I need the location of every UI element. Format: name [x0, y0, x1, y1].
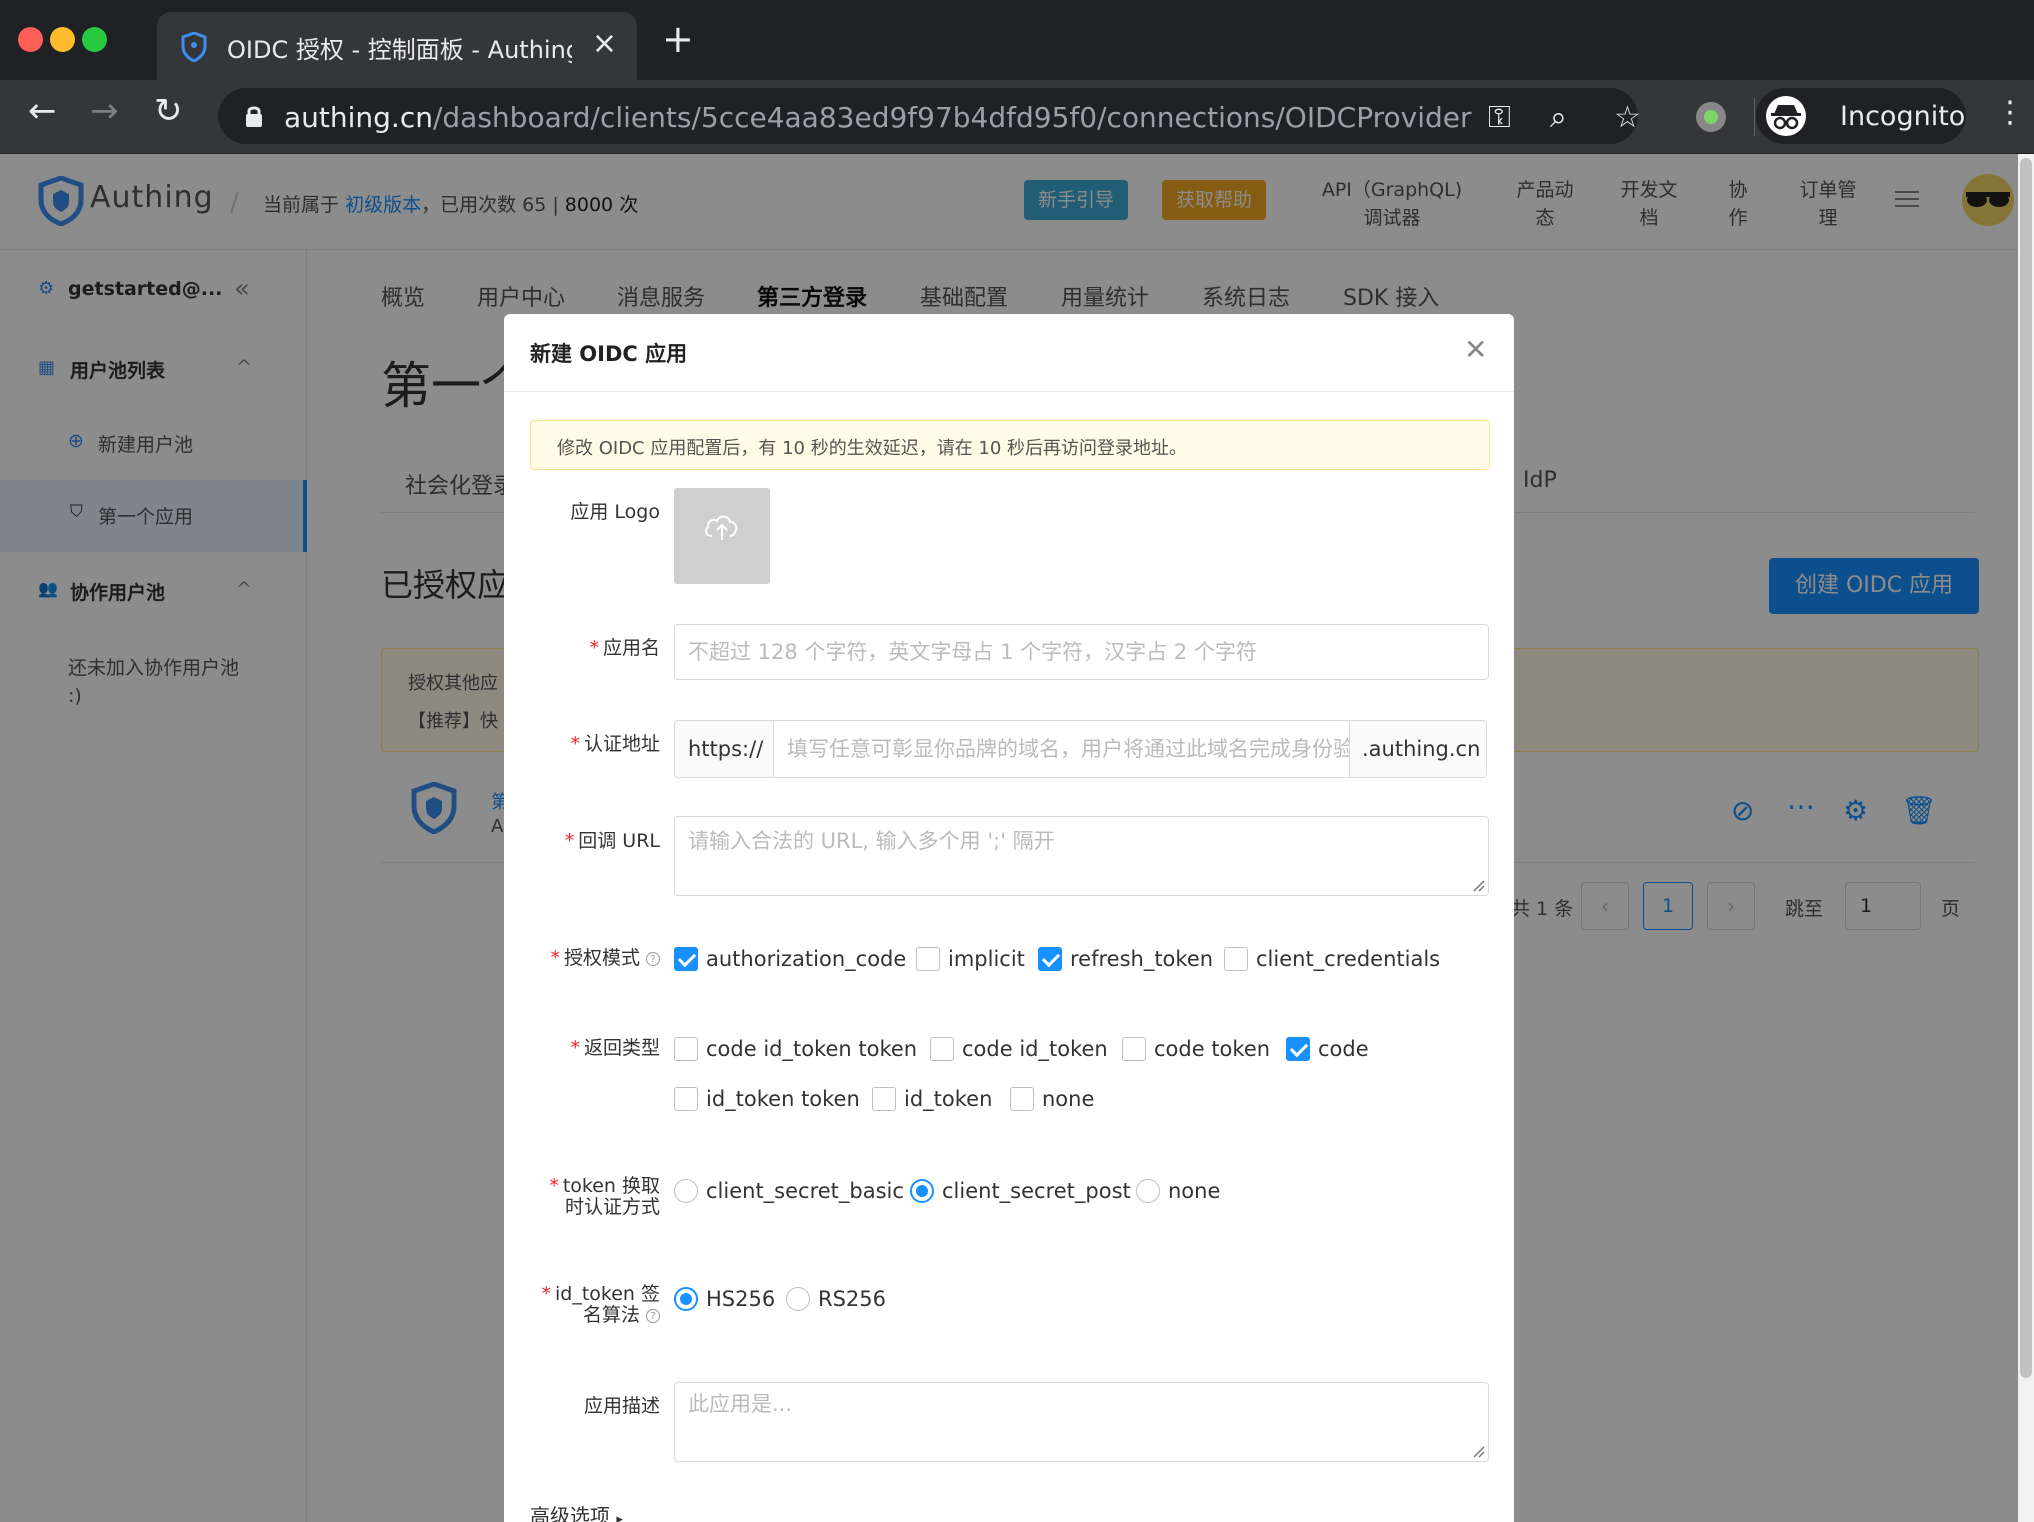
config-delay-alert: 修改 OIDC 应用配置后，有 10 秒的生效延迟，请在 10 秒后再访问登录地… [530, 420, 1490, 470]
key-icon[interactable]: ⚿ [1488, 100, 1511, 135]
help-icon[interactable]: ? [646, 1308, 660, 1323]
incognito-label: Incognito [1840, 101, 1966, 132]
browser-tab[interactable]: OIDC 授权 - 控制面板 - Authing × [157, 12, 637, 80]
response-code-id-token-checkbox[interactable]: code id_token [930, 1036, 1108, 1064]
description-textarea[interactable]: 此应用是... [674, 1382, 1489, 1462]
domain-input[interactable]: 填写任意可彰显你品牌的域名，用户将通过此域名完成身份验证 [773, 720, 1350, 778]
domain-prefix: https:// [674, 720, 774, 778]
callback-label: * 回调 URL [564, 830, 660, 852]
tab-title: OIDC 授权 - 控制面板 - Authing [227, 36, 572, 64]
zoom-window-button[interactable] [82, 27, 107, 52]
grant-implicit-checkbox[interactable]: implicit [916, 946, 1025, 974]
tab-close-icon[interactable]: × [592, 26, 617, 61]
create-oidc-modal: 新建 OIDC 应用 ✕ 修改 OIDC 应用配置后，有 10 秒的生效延迟，请… [504, 314, 1514, 1522]
lock-icon [246, 106, 262, 127]
back-icon[interactable]: ← [28, 94, 57, 128]
app-name-input[interactable]: 不超过 128 个字符，英文字母占 1 个字符，汉字占 2 个字符 [674, 624, 1489, 680]
domain-suffix: .authing.cn [1349, 720, 1487, 778]
sign-rs256-radio[interactable]: RS256 [786, 1286, 886, 1314]
grant-type-label: * 授权模式? [550, 948, 660, 969]
reload-icon[interactable]: ↻ [154, 94, 183, 128]
domain-label: * 认证地址 [570, 733, 660, 755]
response-code-checkbox[interactable]: code [1286, 1036, 1369, 1064]
response-id-token-token-checkbox[interactable]: id_token token [674, 1086, 860, 1114]
modal-header: 新建 OIDC 应用 ✕ [504, 314, 1514, 392]
logo-upload[interactable] [674, 488, 770, 584]
help-icon[interactable]: ? [646, 951, 660, 966]
minimize-window-button[interactable] [50, 27, 75, 52]
resize-handle-icon[interactable] [1471, 1444, 1485, 1458]
url-text: authing.cn/dashboard/clients/5cce4aa83ed… [284, 101, 1472, 134]
response-code-token-checkbox[interactable]: code token [1122, 1036, 1270, 1064]
sign-hs256-radio[interactable]: HS256 [674, 1286, 775, 1314]
forward-icon[interactable]: → [90, 94, 119, 128]
auth-none-radio[interactable]: none [1136, 1178, 1220, 1206]
cloud-upload-icon [704, 515, 738, 540]
incognito-icon [1766, 96, 1806, 136]
modal-title: 新建 OIDC 应用 [530, 342, 688, 366]
bookmark-star-icon[interactable]: ☆ [1614, 100, 1641, 135]
callback-url-textarea[interactable]: 请输入合法的 URL, 输入多个用 ';' 隔开 [674, 816, 1489, 896]
resize-handle-icon[interactable] [1471, 878, 1485, 892]
browser-menu-icon[interactable]: ⋮ [1995, 98, 2025, 128]
response-id-token-checkbox[interactable]: id_token [872, 1086, 992, 1114]
browser-toolbar: ← → ↻ authing.cn/dashboard/clients/5cce4… [0, 80, 2034, 154]
close-icon[interactable]: ✕ [1464, 336, 1487, 364]
new-tab-icon[interactable]: + [662, 20, 694, 58]
zoom-icon[interactable]: ⌕ [1550, 100, 1567, 135]
scrollbar-thumb[interactable] [2020, 158, 2032, 1378]
signing-alg-label: * id_token 签名算法? [541, 1283, 660, 1326]
response-type-label: * 返回类型 [570, 1037, 660, 1059]
logo-label: 应用 Logo [570, 501, 660, 523]
incognito-profile-button[interactable]: Incognito [1756, 88, 1966, 144]
toolbar-divider [1754, 98, 1755, 136]
auth-method-label: * token 换取 时认证方式 [549, 1175, 660, 1218]
address-bar[interactable]: authing.cn/dashboard/clients/5cce4aa83ed… [218, 88, 1641, 144]
advanced-options-toggle[interactable]: 高级选项 ▸ [530, 1500, 623, 1522]
grant-authorization-code-checkbox[interactable]: authorization_code [674, 946, 906, 974]
auth-client-secret-post-radio[interactable]: client_secret_post [910, 1178, 1131, 1206]
grant-refresh-token-checkbox[interactable]: refresh_token [1038, 946, 1213, 974]
extension-icon[interactable] [1696, 102, 1726, 132]
grant-client-credentials-checkbox[interactable]: client_credentials [1224, 946, 1440, 974]
description-label: 应用描述 [583, 1395, 660, 1417]
caret-right-icon: ▸ [616, 1512, 623, 1522]
app-name-label: * 应用名 [589, 637, 660, 659]
response-code-id-token-token-checkbox[interactable]: code id_token token [674, 1036, 917, 1064]
authing-favicon-icon [181, 32, 207, 62]
response-none-checkbox[interactable]: none [1010, 1086, 1094, 1114]
auth-client-secret-basic-radio[interactable]: client_secret_basic [674, 1178, 904, 1206]
browser-tab-strip: OIDC 授权 - 控制面板 - Authing × + [0, 0, 2034, 80]
page-scrollbar[interactable] [2018, 154, 2034, 1522]
close-window-button[interactable] [18, 27, 43, 52]
